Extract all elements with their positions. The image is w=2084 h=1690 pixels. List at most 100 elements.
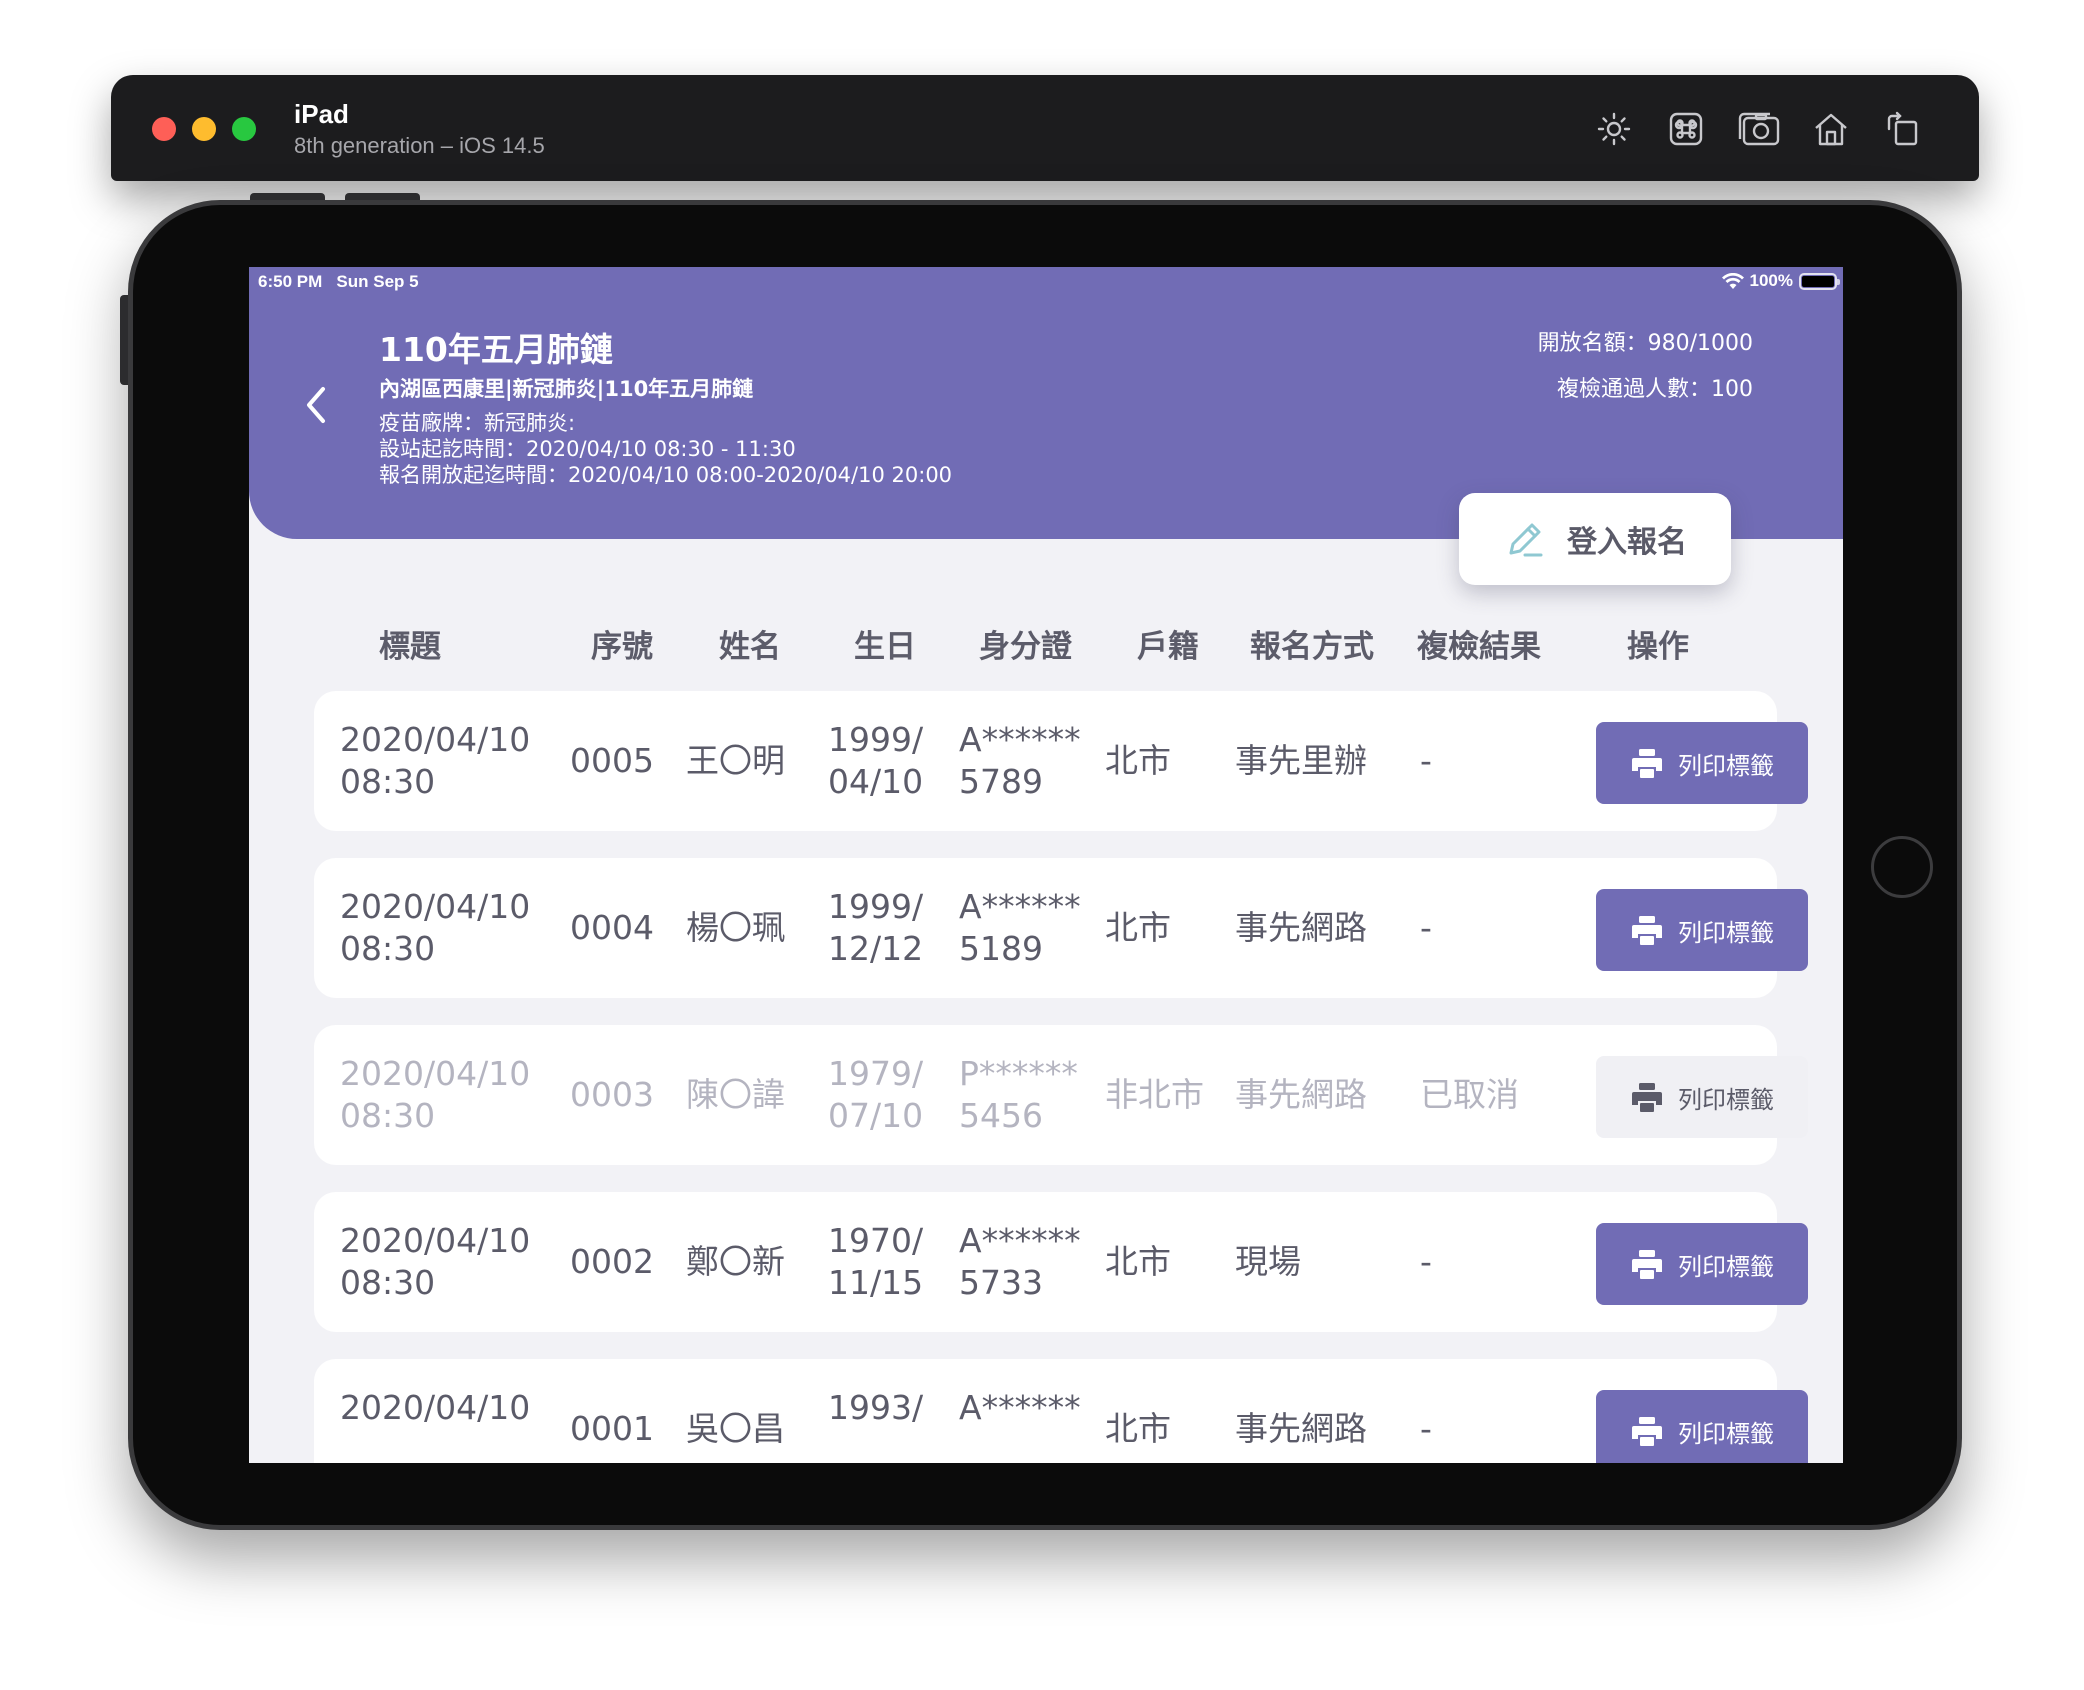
row-method: 事先網路	[1235, 908, 1367, 947]
simulator-titlebar: iPad 8th generation – iOS 14.5	[111, 75, 1979, 181]
row-birth-year: 1999/	[828, 887, 924, 926]
passed-count: 複檢通過人數：100	[1557, 377, 1753, 402]
row-birth-md: 04/10	[828, 762, 924, 801]
top-button	[345, 193, 420, 200]
row-birth-year: 1999/	[828, 720, 924, 759]
row-id-card: A****** 5189	[959, 886, 1081, 970]
row-name: 楊〇珮	[686, 908, 785, 947]
row-serial: 0003	[570, 1075, 654, 1114]
zoom-window-button[interactable]	[232, 117, 256, 141]
print-label-button[interactable]: 列印標籤	[1596, 1056, 1808, 1138]
row-date: 2020/04/10	[340, 887, 531, 926]
login-register-button[interactable]: 登入報名	[1459, 493, 1731, 585]
print-label-text: 列印標籤	[1678, 1085, 1774, 1114]
row-recheck: -	[1420, 908, 1432, 947]
column-header-birthday: 生日	[854, 629, 916, 665]
row-id-prefix: A******	[959, 1388, 1081, 1427]
row-birth-year: 1970/	[828, 1221, 924, 1260]
row-id-suffix: 5733	[959, 1263, 1043, 1302]
status-bar-time: 6:50 PM Sun Sep 5	[258, 272, 419, 292]
row-id-card: P****** 5456	[959, 1053, 1078, 1137]
row-serial: 0002	[570, 1242, 654, 1281]
row-birth-year: 1993/	[828, 1388, 924, 1427]
column-header-action: 操作	[1627, 629, 1689, 665]
minimize-window-button[interactable]	[192, 117, 216, 141]
print-label-text: 列印標籤	[1678, 918, 1774, 947]
row-recheck: -	[1420, 1409, 1432, 1448]
row-time: 08:30	[340, 1263, 436, 1302]
row-method: 現場	[1235, 1242, 1301, 1281]
row-household: 非北市	[1105, 1075, 1204, 1114]
print-label-text: 列印標籤	[1678, 1419, 1774, 1448]
row-name: 鄭〇新	[686, 1242, 785, 1281]
row-household: 北市	[1105, 1242, 1171, 1281]
table-row: 2020/04/10 08:30 0005 王〇明 1999/ 04/10 A*…	[314, 691, 1808, 831]
simulator-device-name: iPad	[294, 99, 349, 129]
row-recheck: -	[1420, 741, 1432, 780]
battery-icon	[1799, 272, 1840, 290]
table-row: 2020/04/10 08:30 0003 陳〇諱 1979/ 07/10 P*…	[314, 1025, 1808, 1165]
row-datetime: 2020/04/10	[340, 1387, 530, 1429]
row-date: 2020/04/10	[340, 720, 531, 759]
row-method: 事先里辦	[1235, 741, 1367, 780]
row-birthday: 1999/ 12/12	[828, 886, 923, 970]
print-label-button[interactable]: 列印標籤	[1596, 889, 1808, 971]
battery-percent: 100%	[1749, 271, 1793, 290]
column-header-id-card: 身分證	[979, 629, 1072, 665]
pencil-icon	[1509, 523, 1543, 557]
row-datetime: 2020/04/10 08:30	[340, 719, 530, 803]
screenshot-icon[interactable]	[1735, 109, 1783, 149]
app-screen: 6:50 PM Sun Sep 5 100% 110年五月肺鏈 內湖區西康里|新…	[249, 267, 1843, 1463]
command-icon[interactable]	[1666, 109, 1706, 149]
row-date: 2020/04/10	[340, 1388, 531, 1427]
table-row: 2020/04/10 08:30 0002 鄭〇新 1970/ 11/15 A*…	[314, 1192, 1808, 1332]
status-time: 6:50 PM	[258, 272, 323, 291]
row-datetime: 2020/04/10 08:30	[340, 1053, 530, 1137]
row-id-prefix: A******	[959, 887, 1081, 926]
row-datetime: 2020/04/10 08:30	[340, 886, 530, 970]
event-title: 110年五月肺鏈	[379, 330, 613, 369]
back-chevron-icon[interactable]	[301, 383, 331, 427]
event-subtitle: 內湖區西康里|新冠肺炎|110年五月肺鏈	[379, 377, 754, 401]
row-id-prefix: A******	[959, 1221, 1081, 1260]
row-id-suffix: 5789	[959, 762, 1043, 801]
row-time: 08:30	[340, 1096, 436, 1135]
home-button[interactable]	[1871, 836, 1933, 898]
printer-icon	[1632, 1250, 1662, 1279]
column-header-method: 報名方式	[1250, 629, 1374, 665]
row-name: 吳〇昌	[686, 1409, 785, 1448]
row-id-prefix: A******	[959, 720, 1081, 759]
home-icon[interactable]	[1811, 109, 1851, 149]
brightness-icon[interactable]	[1594, 109, 1634, 149]
print-label-button[interactable]: 列印標籤	[1596, 1223, 1808, 1305]
row-name: 王〇明	[686, 741, 785, 780]
row-birthday: 1979/ 07/10	[828, 1053, 923, 1137]
row-datetime: 2020/04/10 08:30	[340, 1220, 530, 1304]
close-window-button[interactable]	[152, 117, 176, 141]
row-birthday: 1970/ 11/15	[828, 1220, 923, 1304]
table-row: 2020/04/10 0001 吳〇昌 1993/ A****** 北市 事先網…	[314, 1359, 1808, 1463]
row-birth-md: 07/10	[828, 1096, 924, 1135]
row-id-card: A****** 5733	[959, 1220, 1081, 1304]
print-label-button[interactable]: 列印標籤	[1596, 1390, 1808, 1463]
row-birthday: 1999/ 04/10	[828, 719, 923, 803]
column-header-serial: 序號	[591, 629, 653, 665]
row-serial: 0004	[570, 908, 654, 947]
top-button	[250, 193, 325, 200]
row-id-card: A******	[959, 1387, 1081, 1429]
row-birth-year: 1979/	[828, 1054, 924, 1093]
printer-icon	[1632, 749, 1662, 778]
print-label-button[interactable]: 列印標籤	[1596, 722, 1808, 804]
volume-button	[120, 295, 128, 385]
row-id-card: A****** 5789	[959, 719, 1081, 803]
row-serial: 0005	[570, 741, 654, 780]
row-method: 事先網路	[1235, 1409, 1367, 1448]
printer-icon	[1632, 1417, 1662, 1446]
row-birth-md: 11/15	[828, 1263, 924, 1302]
row-serial: 0001	[570, 1409, 654, 1448]
row-recheck: 已取消	[1420, 1075, 1519, 1114]
registration-time: 報名開放起迄時間：2020/04/10 08:00-2020/04/10 20:…	[379, 463, 953, 487]
row-id-suffix: 5189	[959, 929, 1043, 968]
rotate-icon[interactable]	[1883, 109, 1923, 149]
print-label-text: 列印標籤	[1678, 1252, 1774, 1281]
